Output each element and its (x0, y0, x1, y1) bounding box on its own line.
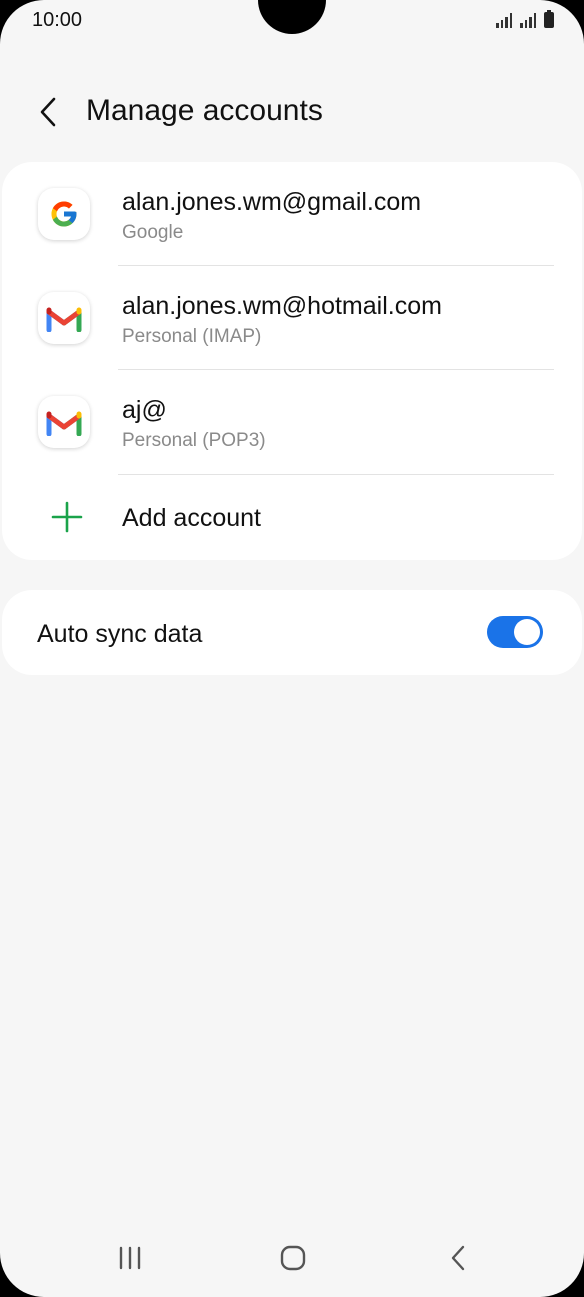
account-email: alan.jones.wm@gmail.com (122, 188, 422, 216)
add-account-label: Add account (122, 504, 261, 532)
account-email: aj@ (122, 396, 167, 424)
account-type: Google (122, 222, 184, 243)
gmail-icon (38, 396, 90, 448)
account-email: alan.jones.wm@hotmail.com (122, 292, 442, 320)
signal-icon (520, 12, 536, 28)
account-row-hotmail[interactable]: alan.jones.wm@hotmail.com Personal (IMAP… (2, 266, 582, 370)
nav-back-button[interactable] (436, 1236, 480, 1280)
toggle-knob (514, 619, 540, 645)
status-icons (496, 10, 554, 28)
phone-screen: 10:00 Manage accounts alan.jones.wm@gmai… (0, 0, 584, 1297)
back-icon (451, 1245, 465, 1271)
signal-icon (496, 12, 512, 28)
status-bar: 10:00 (0, 0, 584, 42)
navigation-bar (0, 1222, 584, 1294)
battery-icon (544, 10, 554, 28)
auto-sync-card[interactable]: Auto sync data (2, 590, 582, 675)
recents-icon (119, 1246, 141, 1270)
accounts-card: alan.jones.wm@gmail.com Google alan.jone… (2, 162, 582, 560)
plus-icon (51, 501, 83, 533)
home-icon (280, 1245, 306, 1271)
account-type: Personal (POP3) (122, 430, 266, 451)
app-header: Manage accounts (0, 80, 584, 146)
account-row-gmail[interactable]: alan.jones.wm@gmail.com Google (2, 162, 582, 266)
auto-sync-label: Auto sync data (37, 620, 203, 648)
back-button[interactable] (28, 92, 68, 132)
back-arrow-icon (40, 97, 56, 127)
auto-sync-toggle[interactable] (487, 616, 543, 648)
home-button[interactable] (271, 1236, 315, 1280)
account-row-pop3[interactable]: aj@ Personal (POP3) (2, 370, 582, 474)
add-account-button[interactable]: Add account (2, 474, 582, 560)
status-time: 10:00 (32, 9, 83, 31)
google-icon (38, 188, 90, 240)
page-title: Manage accounts (86, 94, 323, 127)
gmail-icon (38, 292, 90, 344)
recents-button[interactable] (108, 1236, 152, 1280)
account-type: Personal (IMAP) (122, 326, 262, 347)
